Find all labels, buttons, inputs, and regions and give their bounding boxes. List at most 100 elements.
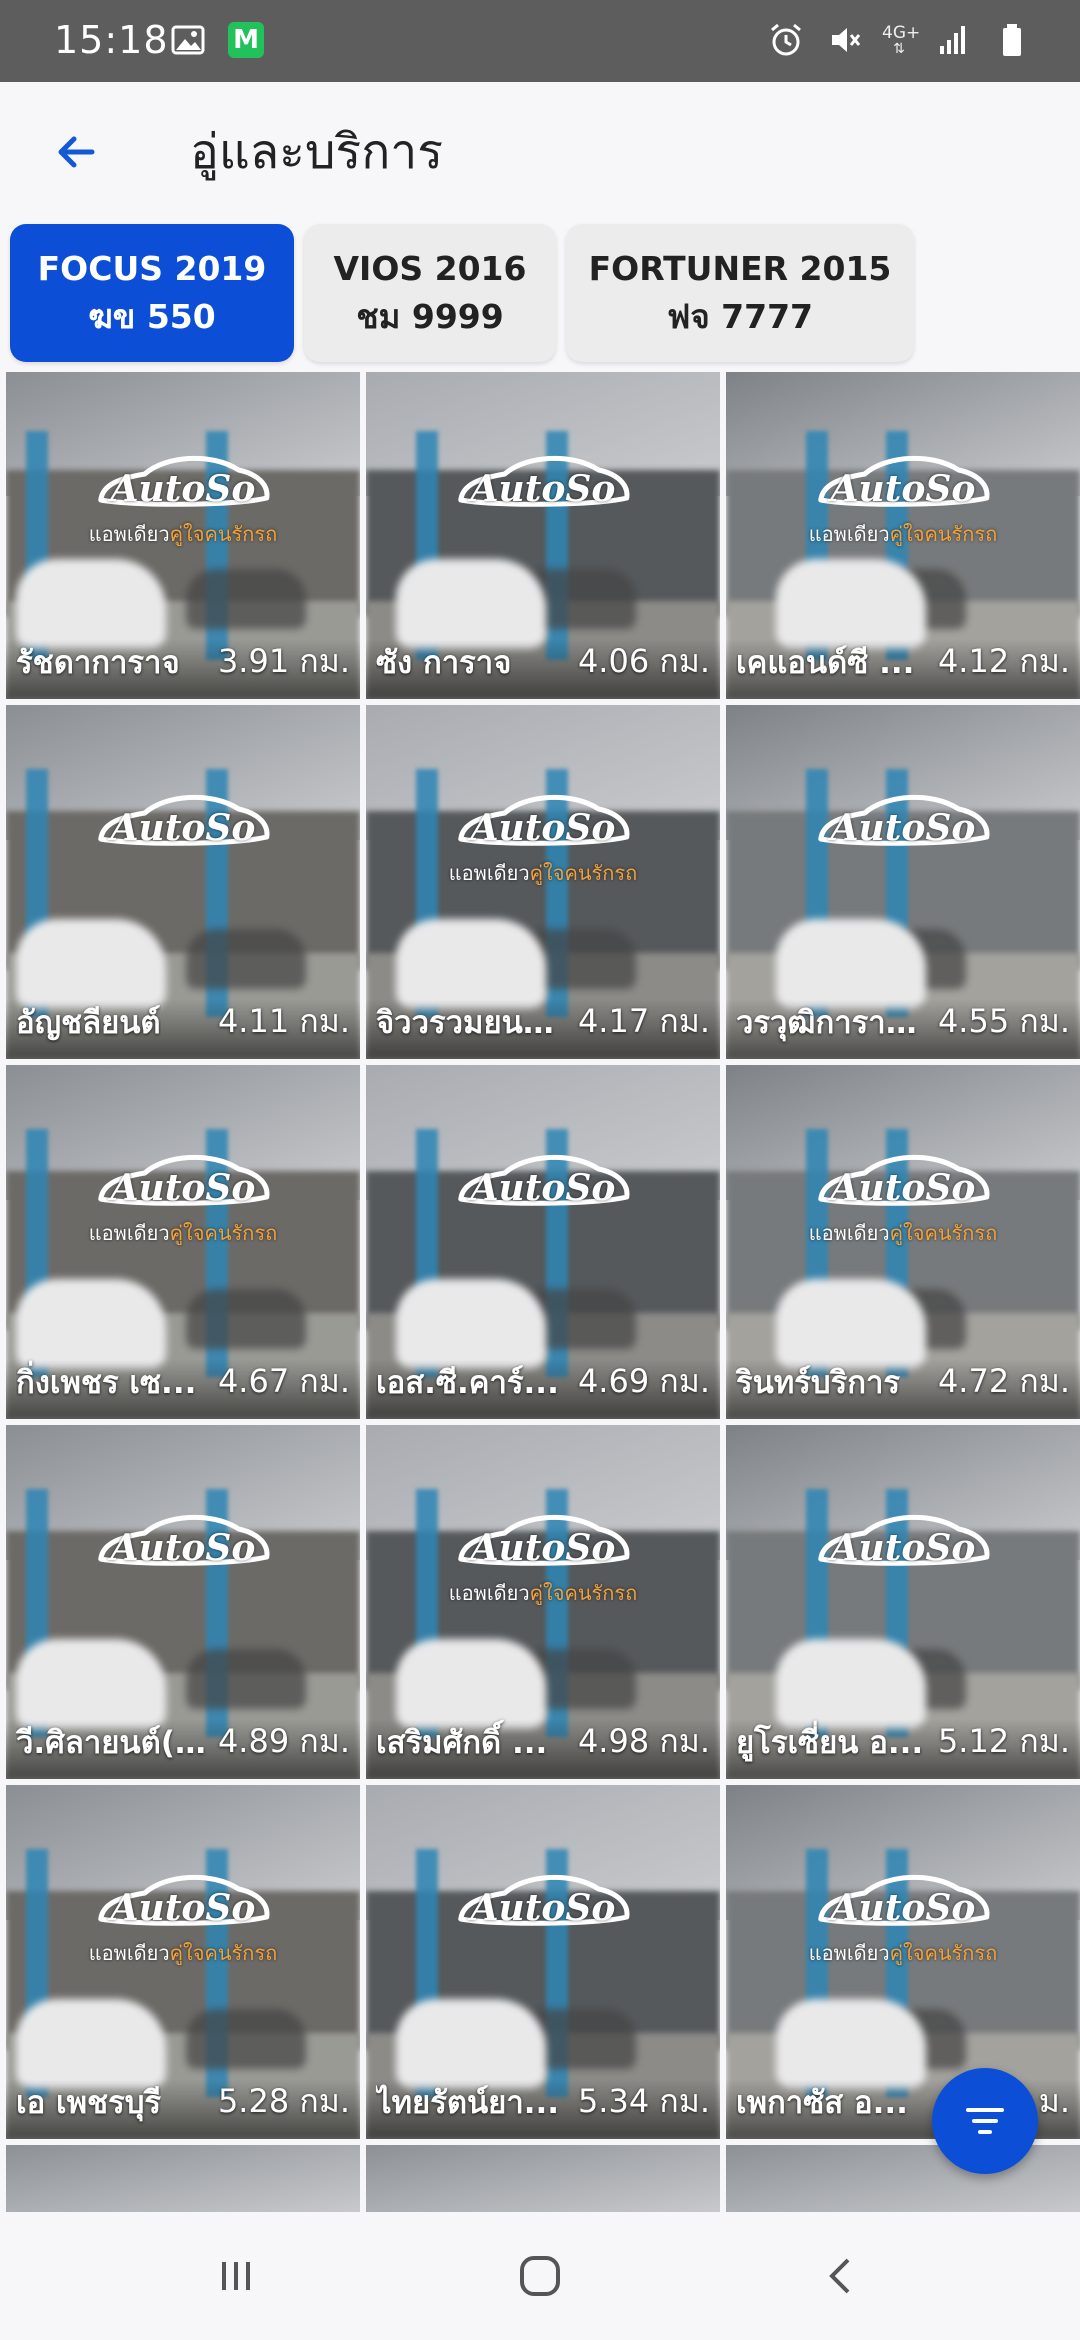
logo-brand: AutoSo	[110, 1526, 256, 1569]
vehicle-tab-vios[interactable]: VIOS 2016 ชม 9999	[304, 224, 556, 362]
garage-distance: 5.28 กม.	[217, 2082, 350, 2120]
status-bar: 15:18 M 4G+ ⇅	[0, 0, 1080, 82]
logo-tagline: แอพเดียวคู่ใจคนรักรถ	[448, 1580, 638, 1605]
garage-name: อัญชลียนต์	[16, 1005, 161, 1041]
garage-distance: 4.17 กม.	[577, 1002, 710, 1040]
garage-name: เอ เพชรบุรี	[16, 2085, 162, 2121]
vehicle-model: FORTUNER 2015	[588, 249, 892, 288]
garage-tile[interactable]: AutoSo แอพเดียวคู่ใจคนรักรถ วรวุฒิการาจ.…	[726, 705, 1080, 1059]
garage-distance: 5.12 กม.	[937, 1722, 1070, 1760]
home-icon	[520, 2256, 560, 2296]
alarm-icon	[771, 23, 801, 56]
battery-icon	[1003, 24, 1021, 56]
tile-caption: ไทยรัตน์ยา... 5.34 กม.	[366, 2079, 720, 2139]
logo-tagline: แอพเดียวคู่ใจคนรักรถ	[808, 1220, 998, 1245]
home-button[interactable]	[500, 2246, 580, 2306]
tile-caption: ยูโรเซี่ยน อ... 5.12 กม.	[726, 1719, 1080, 1779]
vehicle-tab-fortuner[interactable]: FORTUNER 2015 ฟจ 7777	[566, 224, 914, 362]
tile-caption: รินทร์บริการ 4.72 กม.	[726, 1359, 1080, 1419]
garage-tile[interactable]: AutoSo แอพเดียวคู่ใจคนรักรถ รินทร์บริการ…	[726, 1065, 1080, 1419]
garage-tile[interactable]: AutoSo แอพเดียวคู่ใจคนรักรถ วี.ศิลายนต์(…	[6, 1425, 360, 1779]
logo-brand: AutoSo	[470, 806, 616, 849]
garage-distance: 4.12 กม.	[937, 642, 1070, 680]
garage-distance: 5.34 กม.	[577, 2082, 710, 2120]
garage-tile[interactable]: AutoSo แอพเดียวคู่ใจคนรักรถ รัชดาการาจ 3.…	[6, 372, 360, 699]
garage-tile[interactable]: AutoSo แอพเดียวคู่ใจคนรักรถ เคแอนด์ซี ..…	[726, 372, 1080, 699]
tile-caption: รัชดาการาจ 3.91 กม.	[6, 639, 360, 699]
garage-name: วี.ศิลายนต์(...	[16, 1725, 206, 1761]
tile-caption: อัญชลียนต์ 4.11 กม.	[6, 999, 360, 1059]
garage-tile[interactable]: AutoSo แอพเดียวคู่ใจคนรักรถ ไทยรัตน์ยา..…	[366, 1785, 720, 2139]
back-icon	[829, 2258, 850, 2294]
garage-tile[interactable]: AutoSo แอพเดียวคู่ใจคนรักรถ เพกาซัส อ...…	[726, 1785, 1080, 2139]
logo-brand: AutoSo	[830, 1526, 976, 1569]
garage-distance: 4.11 กม.	[217, 1002, 350, 1040]
vehicle-tab-focus[interactable]: FOCUS 2019 ฆข 550	[10, 224, 294, 362]
garage-tile[interactable]: AutoSo แอพเดียวคู่ใจคนรักรถ ซัง การาจ 4.0…	[366, 372, 720, 699]
autoso-logo: AutoSo แอพเดียวคู่ใจคนรักรถ	[809, 444, 997, 550]
logo-tagline: แอพเดียวคู่ใจคนรักรถ	[88, 521, 278, 546]
m-app-icon: M	[228, 22, 264, 58]
garage-tile-partial[interactable]	[6, 2145, 360, 2213]
garage-tile-partial[interactable]	[726, 2145, 1080, 2213]
network-label: 4G+	[882, 23, 921, 43]
signal-icon	[940, 26, 965, 54]
status-time: 15:18	[54, 18, 169, 62]
recent-apps-button[interactable]	[196, 2246, 276, 2306]
garage-tile[interactable]: AutoSo แอพเดียวคู่ใจคนรักรถ อัญชลียนต์ 4.…	[6, 705, 360, 1059]
garage-tile[interactable]: AutoSo แอพเดียวคู่ใจคนรักรถ เอส.ซี.คาร์.…	[366, 1065, 720, 1419]
vehicle-tabs: FOCUS 2019 ฆข 550 VIOS 2016 ชม 9999 FORT…	[10, 224, 914, 362]
logo-brand: AutoSo	[830, 806, 976, 849]
garage-name: ไทยรัตน์ยา...	[376, 2085, 560, 2121]
tile-caption: วี.ศิลายนต์(... 4.89 กม.	[6, 1719, 360, 1779]
autoso-logo: AutoSo แอพเดียวคู่ใจคนรักรถ	[449, 783, 637, 889]
garage-name: รินทร์บริการ	[736, 1365, 901, 1401]
app-header: อู่และบริการ	[0, 82, 1080, 222]
logo-tagline: แอพเดียวคู่ใจคนรักรถ	[88, 1940, 278, 1965]
garage-distance: 4.06 กม.	[577, 642, 710, 680]
garage-distance: 4.72 กม.	[937, 1362, 1070, 1400]
back-button[interactable]	[40, 116, 112, 188]
garage-name: เสริมศักดิ์ ...	[376, 1725, 548, 1761]
logo-tagline: แอพเดียวคู่ใจคนรักรถ	[88, 1220, 278, 1245]
logo-brand: AutoSo	[470, 1886, 616, 1929]
mute-icon	[832, 28, 861, 52]
garage-name: รัชดาการาจ	[16, 645, 180, 681]
network-4g-icon: 4G+ ⇅	[882, 23, 921, 57]
logo-brand: AutoSo	[470, 1166, 616, 1209]
vehicle-model: VIOS 2016	[333, 249, 527, 288]
filter-button[interactable]	[932, 2068, 1038, 2174]
logo-brand: AutoSo	[110, 806, 256, 849]
filter-icon	[966, 2108, 1004, 2134]
vehicle-plate: ฟจ 7777	[666, 297, 814, 336]
logo-brand: AutoSo	[110, 1166, 256, 1209]
nav-back-button[interactable]	[802, 2246, 882, 2306]
autoso-logo: AutoSo แอพเดียวคู่ใจคนรักรถ	[89, 783, 277, 889]
garage-distance: ม.	[1038, 2082, 1070, 2120]
garage-tile[interactable]: AutoSo แอพเดียวคู่ใจคนรักรถ ยูโรเซี่ยน อ…	[726, 1425, 1080, 1779]
tile-caption: เสริมศักดิ์ ... 4.98 กม.	[366, 1719, 720, 1779]
garage-tile[interactable]: AutoSo แอพเดียวคู่ใจคนรักรถ เอ เพชรบุรี 5…	[6, 1785, 360, 2139]
garage-tile[interactable]: AutoSo แอพเดียวคู่ใจคนรักรถ จิววรวมยนต์ร…	[366, 705, 720, 1059]
autoso-logo: AutoSo แอพเดียวคู่ใจคนรักรถ	[449, 1143, 637, 1249]
garage-distance: 4.69 กม.	[577, 1362, 710, 1400]
garage-name: ซัง การาจ	[376, 645, 512, 681]
page-title: อู่และบริการ	[190, 124, 444, 180]
garage-name: จิววรวมยนต์รุ่...	[376, 1005, 566, 1041]
logo-brand: AutoSo	[470, 467, 616, 510]
tile-caption: กิ่งเพชร เซ... 4.67 กม.	[6, 1359, 360, 1419]
autoso-logo: AutoSo แอพเดียวคู่ใจคนรักรถ	[89, 1143, 277, 1249]
garage-distance: 4.98 กม.	[577, 1722, 710, 1760]
logo-brand: AutoSo	[110, 1886, 256, 1929]
autoso-logo: AutoSo แอพเดียวคู่ใจคนรักรถ	[449, 1503, 637, 1609]
tile-caption: เคแอนด์ซี ... 4.12 กม.	[726, 639, 1080, 699]
garage-tile[interactable]: AutoSo แอพเดียวคู่ใจคนรักรถ กิ่งเพชร เซ.…	[6, 1065, 360, 1419]
tile-caption: วรวุฒิการาจ... 4.55 กม.	[726, 999, 1080, 1059]
autoso-logo: AutoSo แอพเดียวคู่ใจคนรักรถ	[89, 1503, 277, 1609]
garage-distance: 3.91 กม.	[217, 642, 350, 680]
logo-tagline: แอพเดียวคู่ใจคนรักรถ	[808, 521, 998, 546]
autoso-logo: AutoSo แอพเดียวคู่ใจคนรักรถ	[809, 1503, 997, 1609]
garage-tile[interactable]: AutoSo แอพเดียวคู่ใจคนรักรถ เสริมศักดิ์ …	[366, 1425, 720, 1779]
garage-tile-partial[interactable]	[366, 2145, 720, 2213]
garage-name: ยูโรเซี่ยน อ...	[736, 1725, 924, 1761]
